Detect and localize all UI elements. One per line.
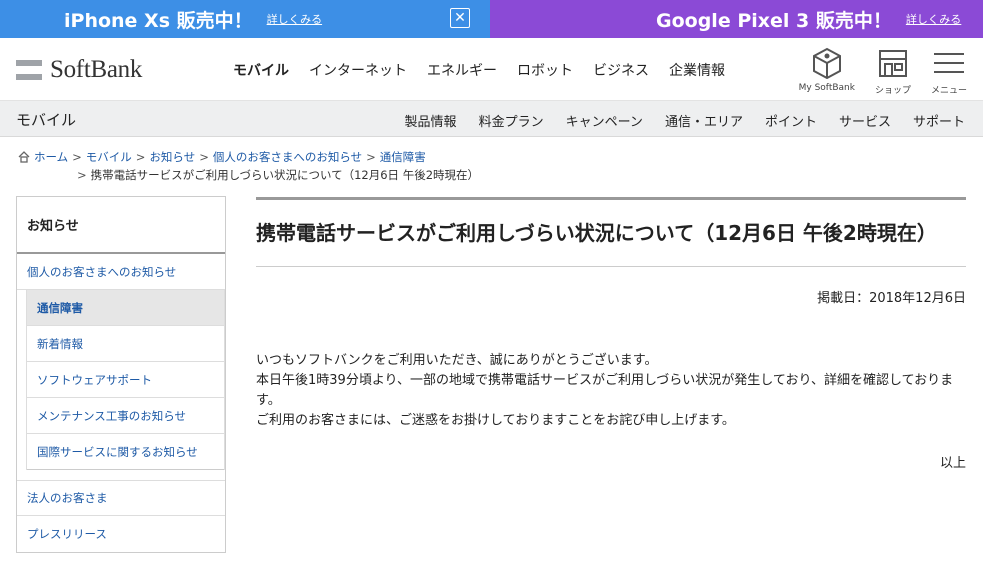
sub-nav-points[interactable]: ポイント	[765, 111, 817, 130]
global-nav: モバイル インターネット エネルギー ロボット ビジネス 企業情報	[233, 60, 745, 80]
side-item-press[interactable]: プレスリリース	[17, 516, 225, 552]
global-header: SoftBank モバイル インターネット エネルギー ロボット ビジネス 企業…	[0, 38, 983, 101]
shop-label: ショップ	[874, 86, 911, 96]
article-paragraph: 本日午後1時39分頃より、一部の地域で携帯電話サービスがご利用しづらい状況が発生…	[256, 373, 954, 408]
breadcrumb-current: 携帯電話サービスがご利用しづらい状況について（12月6日 午後2時現在）	[90, 168, 480, 182]
article-paragraph: いつもソフトバンクをご利用いただき、誠にありがとうございます。	[256, 353, 658, 368]
my-softbank-label: My SoftBank	[798, 83, 855, 93]
softbank-logo[interactable]: SoftBank	[16, 56, 142, 84]
sub-nav-network-area[interactable]: 通信・エリア	[665, 111, 743, 130]
side-item-maintenance[interactable]: メンテナンス工事のお知らせ	[27, 398, 224, 434]
side-item-business[interactable]: 法人のお客さま	[17, 480, 225, 516]
sub-nav-title[interactable]: モバイル	[16, 109, 76, 130]
my-softbank-button[interactable]: My SoftBank	[799, 46, 855, 96]
promo-pixel-link[interactable]: 詳しくみる	[906, 11, 961, 27]
promo-bar: iPhone Xs 販売中！ 詳しくみる ✕ Google Pixel 3 販売…	[0, 0, 983, 38]
article: 携帯電話サービスがご利用しづらい状況について（12月6日 午後2時現在） 掲載日…	[256, 197, 966, 471]
header-icons: My SoftBank ショップ メニュー	[779, 46, 967, 96]
article-body: いつもソフトバンクをご利用いただき、誠にありがとうございます。 本日午後1時39…	[256, 351, 966, 431]
menu-button[interactable]: メニュー	[931, 46, 967, 96]
global-nav-corporate[interactable]: 企業情報	[669, 60, 725, 80]
global-nav-robot[interactable]: ロボット	[517, 60, 573, 80]
shop-icon	[876, 46, 910, 80]
breadcrumb-news[interactable]: お知らせ	[149, 150, 195, 164]
global-nav-energy[interactable]: エネルギー	[427, 60, 497, 80]
article-date: 掲載日：2018年12月6日	[817, 291, 966, 306]
side-menu-heading: お知らせ	[17, 197, 225, 254]
side-menu-bottom: 法人のお客さま プレスリリース	[17, 480, 225, 552]
close-icon[interactable]: ✕	[450, 8, 470, 28]
global-nav-internet[interactable]: インターネット	[309, 60, 407, 80]
logo-mark-icon	[16, 60, 42, 80]
side-item-software-support[interactable]: ソフトウェアサポート	[27, 362, 224, 398]
promo-pixel[interactable]: Google Pixel 3 販売中！ 詳しくみる	[490, 0, 983, 38]
side-item-new-info[interactable]: 新着情報	[27, 326, 224, 362]
promo-pixel-title: Google Pixel 3 販売中！	[656, 9, 892, 32]
shop-button[interactable]: ショップ	[875, 46, 911, 96]
breadcrumb-outage[interactable]: 通信障害	[380, 150, 426, 164]
sub-nav-products[interactable]: 製品情報	[405, 111, 457, 130]
promo-iphone-link[interactable]: 詳しくみる	[267, 11, 322, 27]
hamburger-menu-icon	[932, 46, 966, 80]
article-closing: 以上	[939, 456, 966, 471]
global-nav-business[interactable]: ビジネス	[593, 60, 649, 80]
side-item-outage[interactable]: 通信障害	[27, 290, 224, 326]
promo-iphone-title: iPhone Xs 販売中！	[64, 9, 253, 32]
sub-nav-campaigns[interactable]: キャンペーン	[566, 111, 643, 130]
logo-text: SoftBank	[50, 56, 143, 83]
sub-nav-plans[interactable]: 料金プラン	[479, 111, 544, 130]
side-submenu: 通信障害 新着情報 ソフトウェアサポート メンテナンス工事のお知らせ 国際サービ…	[26, 290, 225, 470]
article-title: 携帯電話サービスがご利用しづらい状況について（12月6日 午後2時現在）	[256, 200, 966, 267]
home-icon	[18, 151, 30, 167]
my-softbank-icon	[810, 46, 844, 80]
breadcrumb: ホーム > モバイル > お知らせ > 個人のお客さまへのお知らせ > 通信障害 > 携帯電話サー…	[18, 149, 479, 183]
menu-label: メニュー	[930, 86, 967, 96]
sub-nav: モバイル 製品情報 料金プラン キャンペーン 通信・エリア ポイント サービス …	[0, 101, 983, 137]
sub-nav-services[interactable]: サービス	[839, 111, 891, 130]
breadcrumb-mobile[interactable]: モバイル	[86, 150, 132, 164]
article-paragraph: ご利用のお客さまには、ご迷惑をお掛けしておりますことをお詫び申し上げます。	[256, 413, 735, 428]
side-menu-personal[interactable]: 個人のお客さまへのお知らせ	[17, 254, 225, 290]
side-item-international[interactable]: 国際サービスに関するお知らせ	[27, 434, 224, 470]
promo-iphone[interactable]: iPhone Xs 販売中！ 詳しくみる ✕	[0, 0, 490, 38]
breadcrumb-personal-news[interactable]: 個人のお客さまへのお知らせ	[213, 150, 362, 164]
sub-nav-support[interactable]: サポート	[913, 111, 965, 130]
breadcrumb-home[interactable]: ホーム	[34, 150, 68, 164]
sub-nav-links: 製品情報 料金プラン キャンペーン 通信・エリア ポイント サービス サポート	[383, 111, 965, 130]
side-menu: お知らせ 個人のお客さまへのお知らせ 通信障害 新着情報 ソフトウェアサポート …	[16, 196, 226, 553]
global-nav-mobile[interactable]: モバイル	[233, 60, 289, 80]
